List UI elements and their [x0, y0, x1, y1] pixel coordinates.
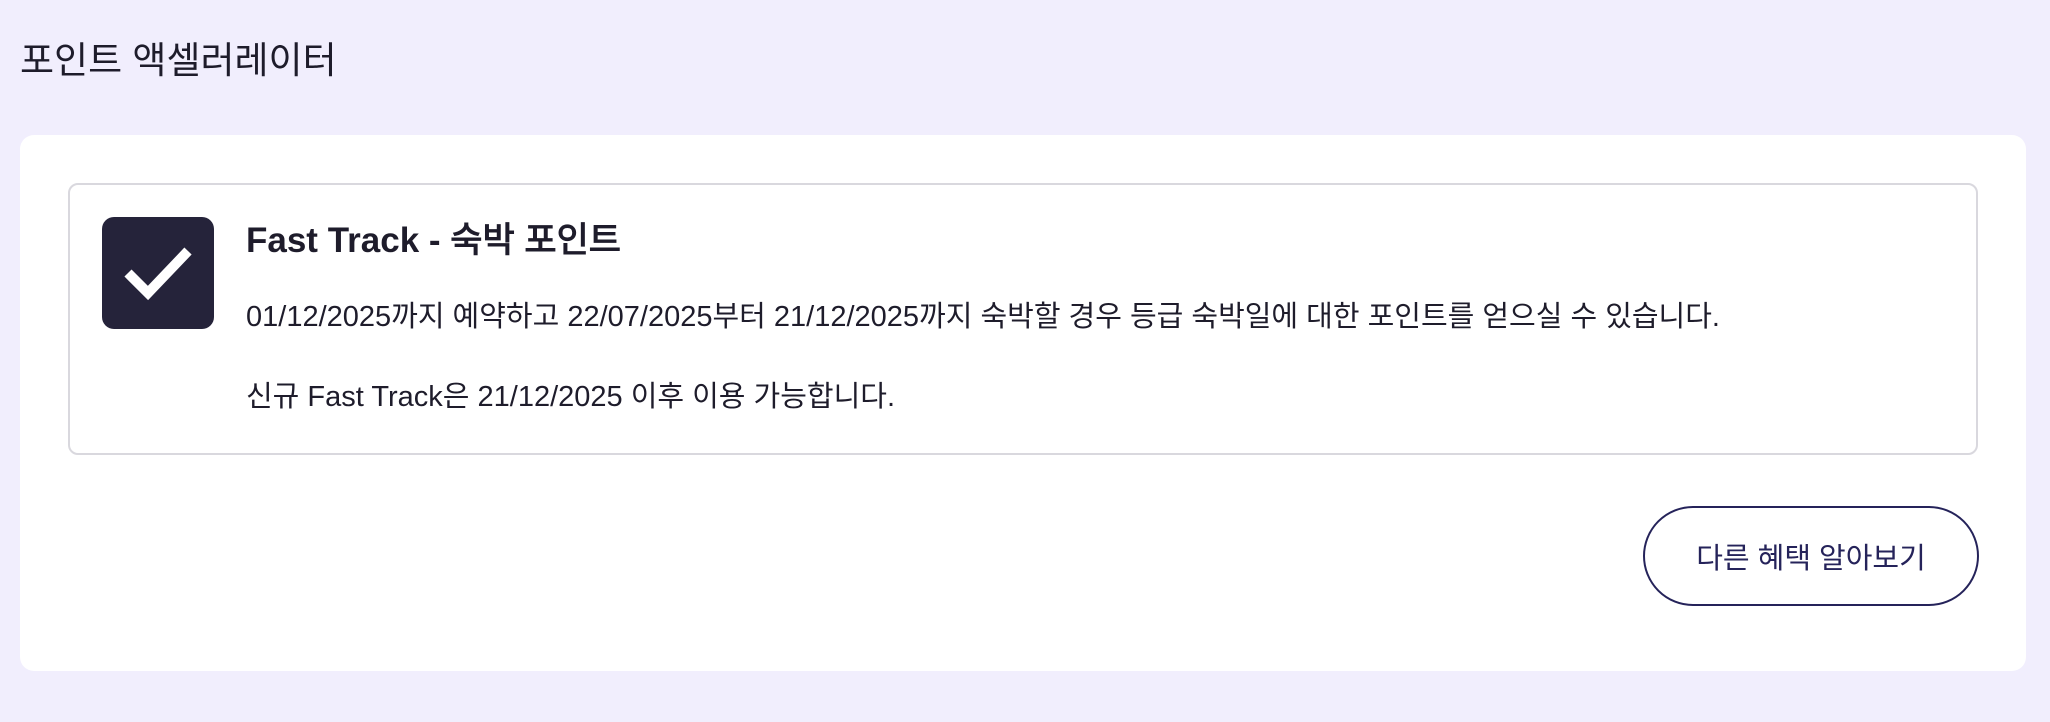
more-benefits-button[interactable]: 다른 혜택 알아보기 [1643, 506, 1979, 606]
check-icon [102, 217, 214, 329]
offer-note: 신규 Fast Track은 21/12/2025 이후 이용 가능합니다. [246, 381, 896, 413]
check-icon-glyph [124, 247, 192, 301]
offer-description: 01/12/2025까지 예약하고 22/07/2025부터 21/12/202… [246, 301, 1720, 333]
offer-card: Fast Track - 숙박 포인트 01/12/2025까지 예약하고 22… [68, 183, 1978, 455]
page-title: 포인트 액셀러레이터 [20, 40, 337, 81]
offer-title: Fast Track - 숙박 포인트 [246, 221, 621, 260]
benefits-panel: Fast Track - 숙박 포인트 01/12/2025까지 예약하고 22… [20, 135, 2026, 671]
